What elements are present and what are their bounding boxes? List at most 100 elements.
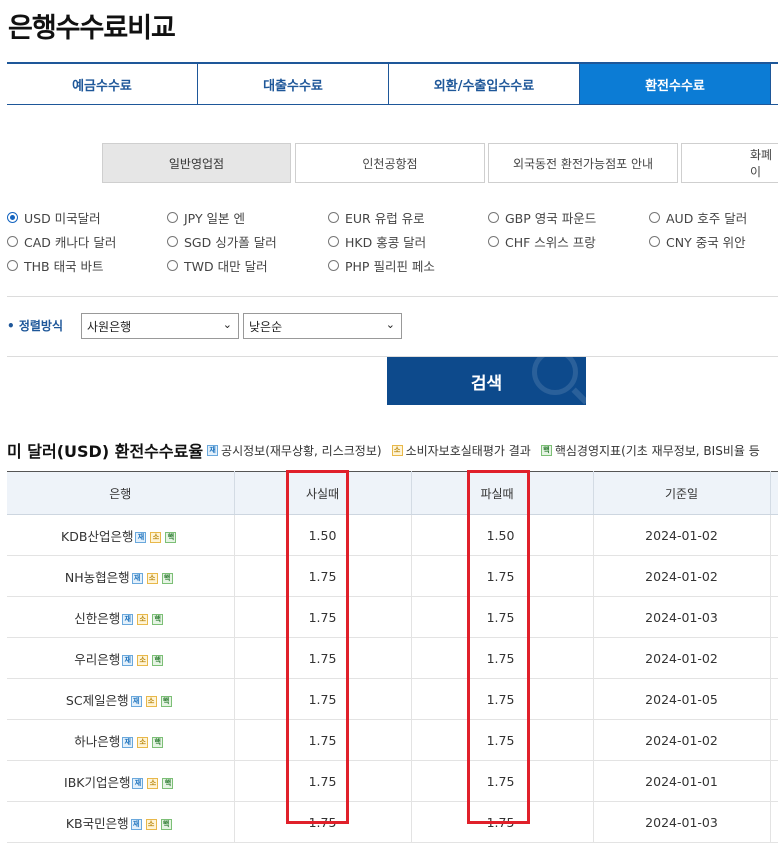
radio-aud[interactable]: AUD 호주 달러: [649, 208, 747, 227]
disclosure-badge-icon[interactable]: 재: [131, 572, 143, 584]
sort-order-select[interactable]: 낮은순 ⌄: [243, 313, 402, 339]
sort-label: • 정렬방식: [7, 319, 64, 333]
bank-name-cell: 신한은행 재 소 핵: [7, 596, 235, 638]
consumer-badge-icon[interactable]: 소: [137, 613, 149, 625]
extra-cell: [770, 596, 778, 638]
bank-name-cell: 우리은행 재 소 핵: [7, 637, 235, 679]
consumer-badge-icon[interactable]: 소: [145, 695, 157, 707]
buy-fee-cell: 1.50: [234, 514, 412, 556]
table-header-row: 은행 사실때 파실때 기준일: [7, 471, 778, 515]
consumer-badge-icon[interactable]: 소: [147, 777, 159, 789]
consumer-badge-icon[interactable]: 소: [146, 572, 158, 584]
extra-cell: [770, 678, 778, 720]
consumer-badge-icon[interactable]: 소: [150, 531, 162, 543]
legend-key-indicators: 핵 핵심경영지표(기초 재무정보, BIS비율 등: [540, 442, 760, 459]
table-row: SC제일은행 재 소 핵 1.75 1.75 2024-01-05: [7, 678, 778, 720]
radio-icon: [328, 236, 339, 247]
disclosure-badge-icon[interactable]: 재: [122, 613, 134, 625]
radio-thb[interactable]: THB 태국 바트: [7, 256, 104, 275]
extra-cell: [770, 514, 778, 556]
search-icon: [532, 357, 578, 395]
subtab-incheon-airport[interactable]: 인천공항점: [295, 143, 485, 183]
chevron-down-icon: ⌄: [385, 318, 395, 331]
radio-icon: [488, 236, 499, 247]
radio-icon: [167, 212, 178, 223]
subtab-coin-exchange-branches[interactable]: 외국동전 환전가능점포 안내: [488, 143, 678, 183]
disclosure-badge-icon: 재: [207, 444, 219, 456]
disclosure-badge-icon[interactable]: 재: [122, 736, 134, 748]
buy-fee-cell: 1.75: [234, 596, 412, 638]
radio-sgd[interactable]: SGD 싱가폴 달러: [167, 232, 277, 251]
consumer-badge-icon[interactable]: 소: [137, 654, 149, 666]
disclosure-badge-icon[interactable]: 재: [130, 695, 142, 707]
sell-fee-cell: 1.75: [411, 719, 594, 761]
sell-fee-cell: 1.75: [411, 555, 594, 597]
radio-hkd[interactable]: HKD 홍콩 달러: [328, 232, 426, 251]
radio-icon: [7, 260, 18, 271]
radio-icon: [167, 236, 178, 247]
key-indicator-badge-icon[interactable]: 핵: [165, 531, 177, 543]
bank-name-cell: SC제일은행 재 소 핵: [7, 678, 235, 720]
radio-selected-icon: [7, 212, 18, 223]
key-indicator-badge-icon[interactable]: 핵: [161, 572, 173, 584]
buy-fee-cell: 1.75: [234, 719, 412, 761]
tab-forex-trade-fees[interactable]: 외환/수출입수수료: [389, 64, 580, 104]
tab-exchange-fees[interactable]: 환전수수료: [580, 64, 771, 104]
radio-jpy[interactable]: JPY 일본 엔: [167, 208, 245, 227]
consumer-badge-icon: 소: [391, 444, 403, 456]
bank-name-cell: IBK기업은행 재 소 핵: [7, 760, 235, 802]
subtab-general-branch[interactable]: 일반영업점: [102, 143, 291, 183]
buy-fee-cell: 1.75: [234, 678, 412, 720]
table-row: 신한은행 재 소 핵 1.75 1.75 2024-01-03: [7, 596, 778, 638]
table-row: IBK기업은행 재 소 핵 1.75 1.75 2024-01-01: [7, 760, 778, 802]
disclosure-badge-icon[interactable]: 재: [122, 654, 134, 666]
key-indicator-badge-icon[interactable]: 핵: [162, 777, 174, 789]
disclosure-badge-icon[interactable]: 재: [132, 777, 144, 789]
consumer-badge-icon[interactable]: 소: [137, 736, 149, 748]
key-indicator-badge-icon[interactable]: 핵: [152, 736, 164, 748]
chevron-down-icon: ⌄: [222, 318, 232, 331]
key-indicator-badge-icon[interactable]: 핵: [152, 654, 164, 666]
col-header-date[interactable]: 기준일: [593, 471, 771, 515]
radio-php[interactable]: PHP 필리핀 페소: [328, 256, 435, 275]
extra-cell: [770, 637, 778, 679]
radio-cny[interactable]: CNY 중국 위안: [649, 232, 746, 251]
tab-deposit-fees[interactable]: 예금수수료: [7, 64, 198, 104]
col-header-buy[interactable]: 사실때: [234, 471, 412, 515]
radio-twd[interactable]: TWD 대만 달러: [167, 256, 268, 275]
date-cell: 2024-01-05: [593, 678, 771, 720]
radio-gbp[interactable]: GBP 영국 파운드: [488, 208, 596, 227]
date-cell: 2024-01-03: [593, 596, 771, 638]
bank-type-select[interactable]: 사원은행 ⌄: [81, 313, 239, 339]
radio-cad[interactable]: CAD 캐나다 달러: [7, 232, 116, 251]
disclosure-badge-icon[interactable]: 재: [135, 531, 147, 543]
col-header-sell[interactable]: 파실때: [411, 471, 594, 515]
tab-loan-fees[interactable]: 대출수수료: [198, 64, 389, 104]
bank-name-cell: NH농협은행 재 소 핵: [7, 555, 235, 597]
key-indicator-badge-icon: 핵: [540, 444, 552, 456]
col-header-bank[interactable]: 은행: [7, 471, 235, 515]
date-cell: 2024-01-03: [593, 801, 771, 843]
section-header: 미 달러(USD) 환전수수료율 재 공시정보(재무상황, 리스크정보) 소 소비자…: [7, 438, 770, 462]
radio-icon: [328, 260, 339, 271]
page-title: 은행수수료비교: [8, 13, 176, 44]
extra-cell: [770, 801, 778, 843]
radio-icon: [7, 236, 18, 247]
date-cell: 2024-01-02: [593, 555, 771, 597]
bank-name-cell: KDB산업은행 재 소 핵: [7, 514, 235, 556]
extra-cell: [770, 719, 778, 761]
radio-chf[interactable]: CHF 스위스 프랑: [488, 232, 596, 251]
divider: [7, 296, 778, 297]
bank-name-cell: 하나은행 재 소 핵: [7, 719, 235, 761]
key-indicator-badge-icon[interactable]: 핵: [160, 695, 172, 707]
radio-usd[interactable]: USD 미국달러: [7, 208, 101, 227]
sell-fee-cell: 1.75: [411, 760, 594, 802]
search-button[interactable]: 검색: [387, 357, 586, 405]
radio-eur[interactable]: EUR 유럽 유로: [328, 208, 425, 227]
table-row: KDB산업은행 재 소 핵 1.50 1.50 2024-01-02: [7, 514, 778, 556]
key-indicator-badge-icon[interactable]: 핵: [152, 613, 164, 625]
buy-fee-cell: 1.75: [234, 801, 412, 843]
table-body: KDB산업은행 재 소 핵 1.50 1.50 2024-01-02 NH농협은행 재 소 핵 1.7…: [7, 514, 778, 843]
radio-icon: [167, 260, 178, 271]
subtab-currency[interactable]: 화폐이: [681, 143, 778, 183]
